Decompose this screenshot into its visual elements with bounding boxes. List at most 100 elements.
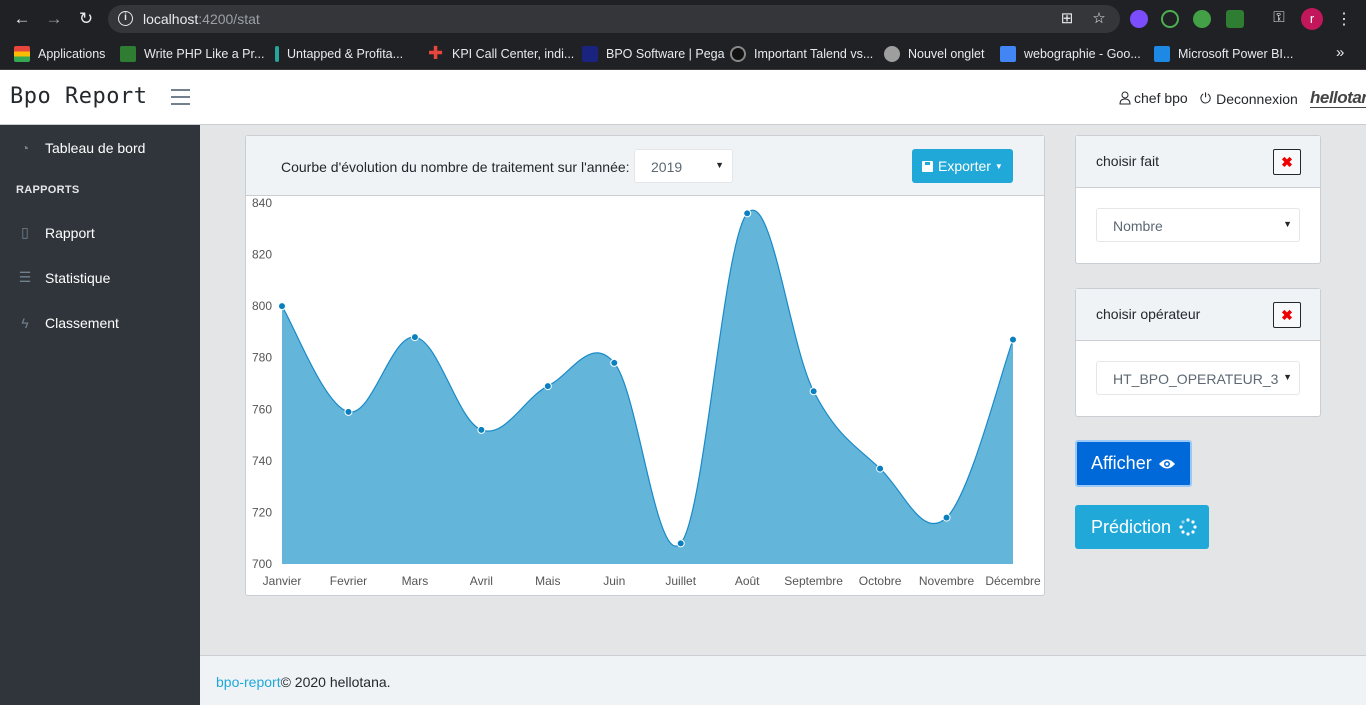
globe-icon: [884, 46, 900, 62]
afficher-label: Afficher: [1091, 453, 1152, 473]
close-button[interactable]: ✖: [1273, 302, 1301, 328]
caret-down-icon: ▼: [994, 161, 1003, 171]
bookmarks-bar: Applications Write PHP Like a Pr... Unta…: [0, 38, 1366, 70]
ftu-icon: [120, 46, 136, 62]
bookmark-item[interactable]: webographie - Goo...: [1000, 44, 1141, 64]
translate-icon[interactable]: ⊞: [1058, 10, 1076, 28]
sidebar: ◔ Tableau de bord RAPPORTS ▯ Rapport ☰ S…: [0, 125, 200, 705]
url-text: localhost:4200/stat: [143, 11, 260, 27]
fait-select[interactable]: Nombre ▼: [1096, 208, 1300, 242]
caret-down-icon: ▼: [715, 160, 724, 170]
bookmark-icon: [730, 46, 746, 62]
panel-header: choisir opérateur ✖: [1076, 289, 1320, 341]
bookmark-item[interactable]: Write PHP Like a Pr...: [120, 44, 264, 64]
data-point[interactable]: [942, 513, 951, 522]
address-bar[interactable]: i localhost:4200/stat ⊞ ☆: [108, 5, 1120, 33]
area-chart: 700 720 740 760 780 800 820 840 Janvier Fevrier Ma…: [252, 196, 1041, 588]
fait-select-value: Nombre: [1113, 218, 1163, 234]
bookmark-item[interactable]: ✚ KPI Call Center, indi...: [428, 44, 574, 64]
bookmark-item[interactable]: Microsoft Power BI...: [1154, 44, 1293, 64]
sidebar-item-statistique[interactable]: ☰ Statistique: [0, 255, 200, 300]
bookmark-label: Untapped & Profita...: [287, 47, 404, 61]
logo: hellotana: [1310, 88, 1366, 108]
bookmark-item[interactable]: Important Talend vs...: [730, 44, 873, 64]
year-select[interactable]: 2019 ▼: [634, 149, 733, 183]
speedometer-icon: ◔: [20, 139, 30, 156]
sidebar-item-rapport[interactable]: ▯ Rapport: [0, 210, 200, 255]
x-tick-label: Août: [735, 574, 760, 588]
logout-link[interactable]: ⏻ Deconnexion: [1200, 90, 1298, 107]
avatar[interactable]: r: [1301, 8, 1323, 30]
docs-icon: [1000, 46, 1016, 62]
bookmark-label: Applications: [38, 47, 106, 61]
afficher-button[interactable]: Afficher: [1075, 440, 1192, 487]
data-point[interactable]: [410, 333, 419, 342]
data-point[interactable]: [876, 464, 885, 473]
data-point[interactable]: [610, 358, 619, 367]
close-button[interactable]: ✖: [1273, 149, 1301, 175]
extension-icon[interactable]: [1161, 10, 1179, 28]
bookmark-icon: [582, 46, 598, 62]
operateur-select[interactable]: HT_BPO_OPERATEUR_3 ▼: [1096, 361, 1300, 395]
prediction-button[interactable]: Prédiction: [1075, 505, 1209, 549]
back-icon[interactable]: ←: [12, 9, 32, 29]
bookmark-label: Write PHP Like a Pr...: [144, 47, 265, 61]
sidebar-item-classement[interactable]: ϟ Classement: [0, 300, 200, 345]
data-point[interactable]: [344, 407, 353, 416]
apps-icon: [14, 46, 30, 62]
more-bookmarks-icon[interactable]: »: [1336, 44, 1344, 61]
menu-icon[interactable]: ⋮: [1336, 9, 1352, 29]
logout-label: Deconnexion: [1216, 90, 1298, 107]
series-area: [282, 210, 1013, 564]
hamburger-icon[interactable]: [171, 89, 190, 105]
user-link[interactable]: chef bpo: [1119, 90, 1188, 106]
nodejs-icon[interactable]: [1226, 10, 1244, 28]
key-icon[interactable]: ⚿: [1270, 9, 1288, 27]
save-icon: [922, 160, 933, 172]
sidebar-item-dashboard[interactable]: ◔ Tableau de bord: [0, 125, 200, 170]
forward-icon[interactable]: →: [44, 9, 64, 29]
data-point[interactable]: [477, 425, 486, 434]
data-point[interactable]: [743, 209, 752, 218]
x-tick-label: Avril: [470, 574, 493, 588]
info-icon[interactable]: i: [118, 11, 133, 26]
y-tick-label: 700: [252, 557, 272, 571]
bookmark-item[interactable]: Nouvel onglet: [884, 44, 984, 64]
export-label: Exporter: [938, 158, 991, 174]
bookmark-item[interactable]: Untapped & Profita...: [275, 44, 403, 64]
data-point[interactable]: [676, 539, 685, 548]
extension-icon[interactable]: [1193, 10, 1211, 28]
y-tick-label: 780: [252, 351, 272, 365]
reload-icon[interactable]: ↻: [76, 9, 96, 29]
export-button[interactable]: Exporter ▼: [912, 149, 1013, 183]
bookmark-item[interactable]: Applications: [14, 44, 105, 64]
operateur-select-value: HT_BPO_OPERATEUR_3: [1113, 371, 1279, 387]
panel-title: choisir fait: [1096, 153, 1160, 169]
app-header: Bpo Report chef bpo ⏻ Deconnexion hellot…: [0, 70, 1366, 125]
panel-fait: choisir fait ✖ Nombre ▼: [1075, 135, 1321, 264]
chart-title: Courbe d'évolution du nombre de traiteme…: [281, 159, 630, 175]
y-tick-label: 800: [252, 299, 272, 313]
power-icon: ⏻: [1200, 90, 1212, 106]
panel-operateur: choisir opérateur ✖ HT_BPO_OPERATEUR_3 ▼: [1075, 288, 1321, 417]
brand-title[interactable]: Bpo Report: [10, 84, 147, 109]
x-tick-label: Fevrier: [330, 574, 367, 588]
data-point[interactable]: [809, 387, 818, 396]
extension-icon[interactable]: [1130, 10, 1148, 28]
sidebar-item-label: Classement: [45, 314, 119, 331]
y-tick-label: 760: [252, 402, 272, 416]
data-point[interactable]: [543, 382, 552, 391]
panel-title: choisir opérateur: [1096, 306, 1201, 322]
spinner-icon: [1179, 518, 1197, 536]
sidebar-item-label: Tableau de bord: [45, 139, 146, 156]
bookmark-item[interactable]: BPO Software | Pega: [582, 44, 725, 64]
bookmark-label: BPO Software | Pega: [606, 47, 725, 61]
footer-link[interactable]: bpo-report: [216, 674, 281, 690]
star-icon[interactable]: ☆: [1090, 10, 1108, 28]
footer-text: © 2020 hellotana.: [280, 674, 391, 690]
bookmark-icon: [275, 46, 279, 62]
data-point[interactable]: [278, 302, 286, 311]
data-point[interactable]: [1009, 335, 1017, 344]
x-tick-label: Juin: [603, 574, 625, 588]
caret-down-icon: ▼: [1283, 219, 1292, 229]
